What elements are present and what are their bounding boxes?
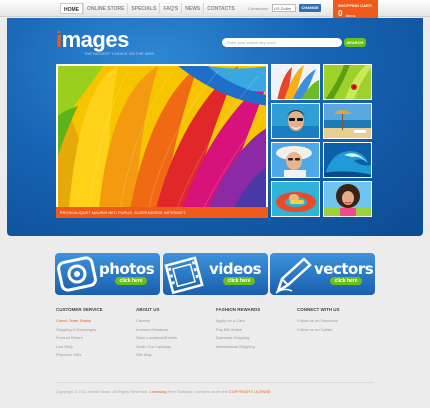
footer-column-title: ABOUT US: [136, 307, 160, 312]
thumbnail-wave[interactable]: [323, 142, 372, 178]
footer-connect-with-us: CONNECT WITH US Follow us on Facebook Fo…: [297, 307, 340, 334]
copyright-license-link[interactable]: COPYRIGHT LICENSE: [229, 389, 271, 394]
wave-thumb-image: [324, 143, 371, 177]
nav-contacts[interactable]: CONTACTS: [203, 3, 237, 14]
footer-link[interactable]: Store Locations/Events: [136, 334, 177, 343]
logo-tagline: THE BIGGEST CHOICE ON THE WEB: [84, 51, 154, 56]
footer-link[interactable]: Product Return: [56, 334, 103, 343]
footer-link[interactable]: Apply for a Card: [216, 317, 260, 326]
vectors-click-here-button[interactable]: click here: [330, 277, 362, 285]
logo-text: mages: [61, 27, 130, 52]
vectors-feature-box[interactable]: vectors click here: [270, 253, 375, 295]
curly-woman-thumb-image: [324, 182, 371, 216]
footer-link[interactable]: Check Order Status: [56, 317, 103, 326]
thumbnail-pool-float[interactable]: [271, 181, 320, 217]
currency-label: Currencies:: [248, 6, 269, 11]
hero-caption: PROIN ALIQUET MAURIS NEC PURUS. SUSPENDI…: [56, 207, 268, 218]
footer-link[interactable]: Shipping & Exchanges: [56, 326, 103, 335]
search-button[interactable]: SEARCH: [344, 38, 366, 47]
footer-column-title: CUSTOMER SERVICE: [56, 307, 103, 312]
licensing-link[interactable]: Licensing: [150, 389, 167, 394]
footer-column-title: FASHION REWARDS: [216, 307, 261, 312]
footer-link[interactable]: Domestic Shipping: [216, 334, 260, 343]
footer-link[interactable]: Premium Gifts: [56, 351, 103, 360]
footer-link[interactable]: Pay Bill Online: [216, 326, 260, 335]
footer-about-us: ABOUT US Careers Investor Relations Stor…: [136, 307, 177, 360]
footer-link[interactable]: Follow us on Facebook: [297, 317, 340, 326]
videos-title: videos: [209, 260, 262, 278]
thumbnail-woman-sunglasses[interactable]: [271, 103, 320, 139]
pool-float-thumb-image: [272, 182, 319, 216]
ladybug-thumb-image: [324, 65, 371, 99]
vectors-title: vectors: [314, 260, 374, 278]
copyright-prefix: Copyright © 2011 Venue Ideas. All Rights…: [56, 389, 149, 394]
nav-online-store[interactable]: ONLINE STORE: [83, 3, 127, 14]
cart-title: SHOPPING CART:: [338, 3, 373, 8]
shopping-cart[interactable]: SHOPPING CART: 0 items: [333, 0, 378, 20]
footer-link[interactable]: Careers: [136, 317, 177, 326]
footer-link[interactable]: Investor Relations: [136, 326, 177, 335]
photos-click-here-button[interactable]: click here: [115, 277, 147, 285]
nav-specials[interactable]: SPECIALS: [127, 3, 159, 14]
photos-feature-box[interactable]: photos click here: [55, 253, 160, 295]
footer-customer-service: CUSTOMER SERVICE Check Order Status Ship…: [56, 307, 103, 360]
thumbnail-beach[interactable]: [323, 103, 372, 139]
footer-link[interactable]: Follow us on Twitter: [297, 326, 340, 335]
thumbnail-curly-woman[interactable]: [323, 181, 372, 217]
copyright-text: Copyright © 2011 Venue Ideas. All Rights…: [56, 389, 271, 394]
footer-column-title: CONNECT WITH US: [297, 307, 340, 312]
thumbnail-woman-hat[interactable]: [271, 142, 320, 178]
cart-count: 0: [338, 9, 343, 18]
nav-faqs[interactable]: FAQ'S: [159, 3, 181, 14]
feathers-thumb-image: [272, 65, 319, 99]
change-currency-button[interactable]: CHANGE: [299, 4, 321, 12]
site-logo[interactable]: images: [56, 27, 129, 53]
videos-click-here-button[interactable]: click here: [223, 277, 255, 285]
footer-link[interactable]: Site Map: [136, 351, 177, 360]
videos-feature-box[interactable]: videos click here: [163, 253, 268, 295]
footer-link[interactable]: Order Our Catalogs: [136, 343, 177, 352]
thumbnail-ladybug[interactable]: [323, 64, 372, 100]
thumbnail-feathers[interactable]: [271, 64, 320, 100]
woman-hat-thumb-image: [272, 143, 319, 177]
currency-select[interactable]: US Dollar: [272, 4, 296, 12]
nav-home[interactable]: HOME: [60, 3, 83, 14]
copyright-middle: Free Software Licenses under the: [167, 389, 228, 394]
woman-sunglasses-thumb-image: [272, 104, 319, 138]
footer-divider: [56, 382, 374, 383]
main-nav: HOME ONLINE STORE SPECIALS FAQ'S NEWS CO…: [60, 3, 238, 14]
featured-image[interactable]: [56, 64, 268, 218]
search-input[interactable]: Enter your search key word: [222, 38, 342, 47]
nav-news[interactable]: NEWS: [181, 3, 203, 14]
footer-link[interactable]: International Shipping: [216, 343, 260, 352]
footer-fashion-rewards: FASHION REWARDS Apply for a Card Pay Bil…: [216, 307, 260, 351]
photos-title: photos: [99, 260, 155, 278]
footer-link[interactable]: Live Help: [56, 343, 103, 352]
feathers-image: [58, 66, 266, 216]
beach-thumb-image: [324, 104, 371, 138]
